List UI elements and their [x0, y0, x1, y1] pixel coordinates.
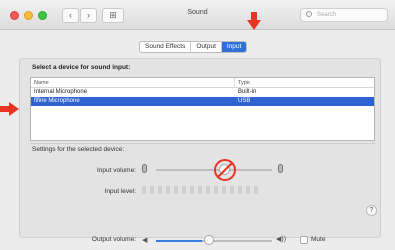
column-header-name[interactable]: Name — [34, 80, 49, 86]
prohibit-icon — [214, 159, 236, 181]
tab-bar: Sound Effects Output Input — [139, 41, 248, 53]
input-level-segment — [182, 186, 186, 194]
input-level-segment — [214, 186, 218, 194]
input-level-segment — [142, 186, 146, 194]
tab-sound-effects[interactable]: Sound Effects — [140, 42, 192, 52]
input-level-segment — [174, 186, 178, 194]
column-divider — [234, 78, 235, 88]
input-level-segment — [190, 186, 194, 194]
annotation-arrow-right-head-icon — [9, 102, 19, 116]
device-name: Internal Microphone — [34, 89, 88, 95]
output-volume-fill — [156, 240, 203, 242]
input-level-segment — [230, 186, 234, 194]
input-level-segment — [206, 186, 210, 194]
device-name: fifine Microphone — [34, 98, 80, 104]
settings-label: Settings for the selected device: — [32, 146, 125, 153]
input-level-segment — [222, 186, 226, 194]
device-type: Built-in — [238, 89, 257, 95]
titlebar: ‹ › ⊞ Sound Search — [0, 0, 395, 30]
input-level-meter — [142, 186, 258, 194]
table-header: Name Type — [31, 78, 374, 88]
system-preferences-window: ‹ › ⊞ Sound Search Sound Effects Output … — [0, 0, 395, 250]
input-level-label: Input level: — [104, 188, 136, 195]
input-level-segment — [238, 186, 242, 194]
input-level-segment — [158, 186, 162, 194]
output-volume-label: Output volume: — [91, 236, 136, 243]
mute-checkbox[interactable] — [300, 236, 308, 244]
table-row-fifine-microphone[interactable]: fifine Microphone USB — [31, 97, 374, 106]
device-table: Name Type Internal Microphone Built-in f… — [30, 77, 375, 141]
search-icon — [306, 11, 312, 17]
speaker-loud-icon: ◀)) — [276, 236, 287, 243]
input-volume-label: Input volume: — [96, 167, 136, 174]
table-row-internal-microphone[interactable]: Internal Microphone Built-in — [31, 88, 374, 97]
column-header-type[interactable]: Type — [238, 80, 250, 86]
divider — [30, 143, 375, 144]
input-level-segment — [150, 186, 154, 194]
annotation-arrow-down-head-icon — [247, 20, 261, 30]
section-title: Select a device for sound input: — [32, 64, 131, 71]
input-level-segment — [198, 186, 202, 194]
device-type: USB — [238, 98, 251, 104]
help-button[interactable]: ? — [366, 205, 377, 216]
microphone-quiet-icon — [142, 164, 147, 173]
input-level-segment — [166, 186, 170, 194]
input-level-segment — [246, 186, 250, 194]
mute-label: Mute — [311, 236, 326, 243]
tab-output[interactable]: Output — [191, 42, 222, 52]
input-level-segment — [254, 186, 258, 194]
search-input[interactable]: Search — [300, 8, 388, 22]
microphone-loud-icon — [278, 164, 283, 173]
tab-input[interactable]: Input — [221, 42, 247, 52]
output-volume-slider-knob[interactable] — [204, 235, 214, 245]
speaker-quiet-icon: ◀ — [142, 237, 148, 244]
